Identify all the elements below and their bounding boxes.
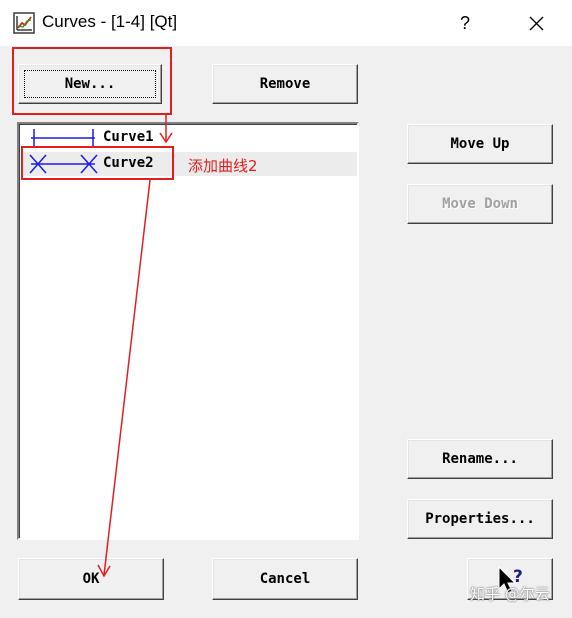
arrow-curve2-to-ok [97, 179, 151, 578]
annotation-arrows [97, 114, 173, 578]
watermark: 知乎 @尔云 [470, 585, 550, 603]
arrow-new-to-list [159, 114, 173, 144]
